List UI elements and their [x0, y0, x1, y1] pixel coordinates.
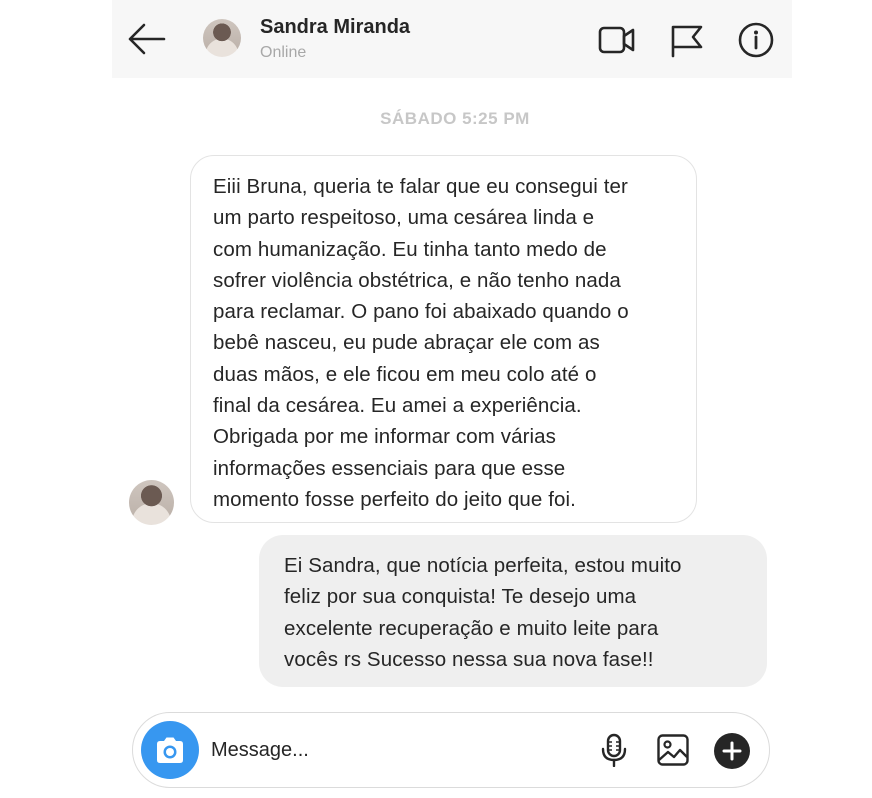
video-call-icon[interactable]: [598, 22, 636, 58]
message-input[interactable]: [209, 731, 593, 769]
microphone-icon[interactable]: [597, 733, 631, 768]
incoming-message-bubble[interactable]: Eiii Bruna, queria te falar que eu conse…: [190, 155, 697, 523]
plus-icon[interactable]: [713, 732, 751, 770]
gallery-icon[interactable]: [656, 733, 690, 767]
avatar[interactable]: [203, 19, 241, 57]
camera-icon[interactable]: [141, 721, 199, 779]
contact-status: Online: [260, 44, 307, 61]
contact-name[interactable]: Sandra Miranda: [260, 16, 410, 39]
message-composer: [132, 712, 770, 788]
chat-header: Sandra Miranda Online: [112, 0, 792, 78]
back-arrow-icon[interactable]: [126, 20, 166, 58]
flag-icon[interactable]: [668, 22, 706, 58]
message-timestamp: SÁBADO 5:25 PM: [380, 109, 530, 128]
info-icon[interactable]: [737, 22, 775, 58]
outgoing-message-bubble[interactable]: Ei Sandra, que notícia perfeita, estou m…: [259, 535, 767, 687]
sender-avatar[interactable]: [129, 480, 174, 525]
